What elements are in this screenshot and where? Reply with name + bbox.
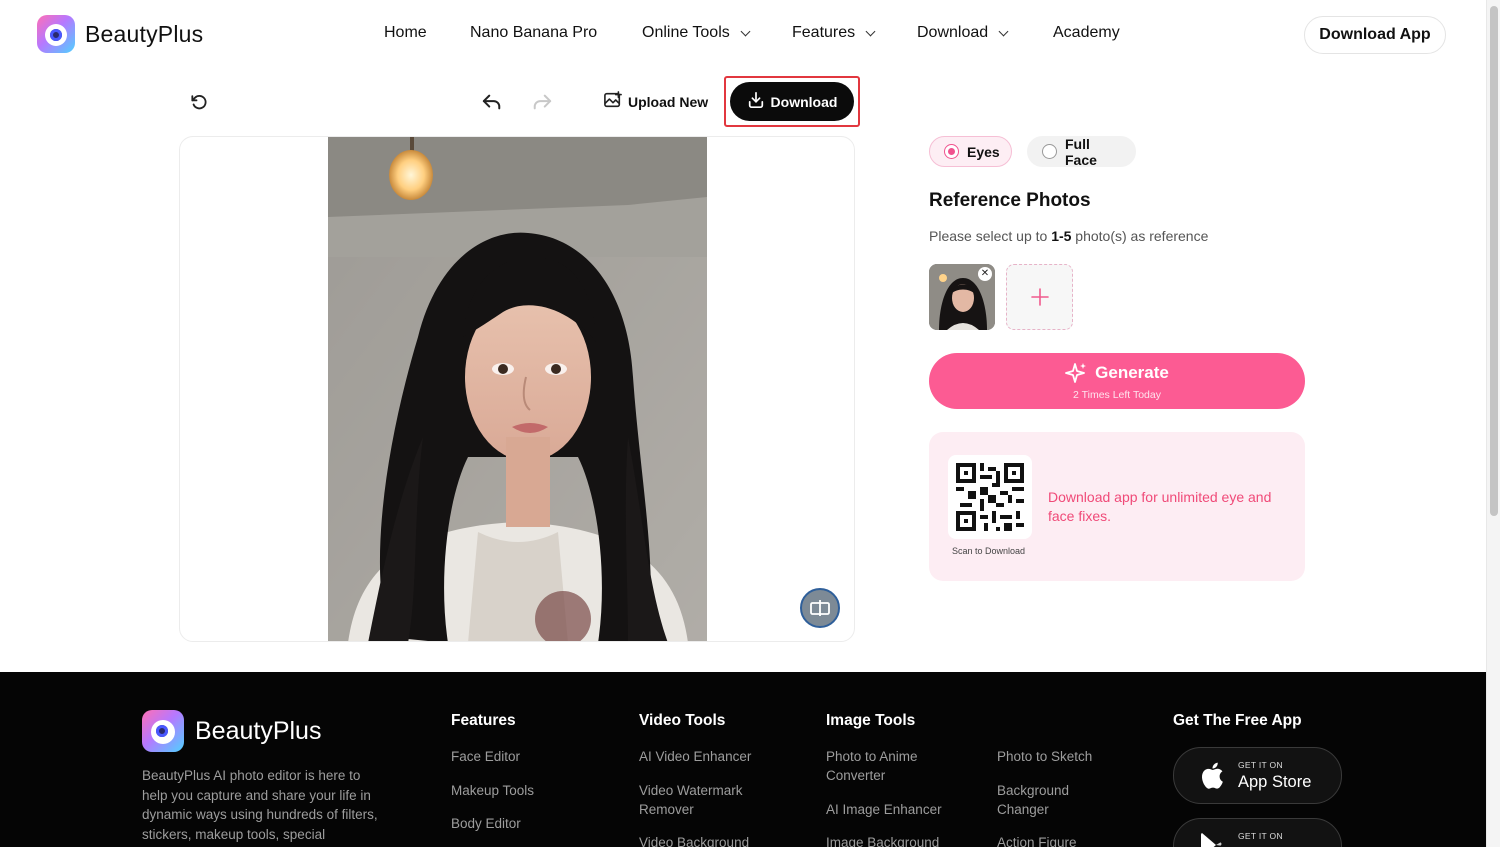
brand-logo[interactable]: BeautyPlus — [37, 15, 203, 53]
nav-nano-banana-pro-label: Nano Banana Pro — [470, 24, 598, 41]
beautyplus-logo-icon — [142, 710, 184, 752]
brand-name: BeautyPlus — [85, 20, 204, 47]
footer-link-body-editor[interactable]: Body Editor — [451, 814, 521, 833]
radio-selected-icon — [944, 144, 959, 159]
download-app-button[interactable]: Download App — [1304, 16, 1446, 54]
nav-academy[interactable]: Academy — [1053, 24, 1120, 42]
image-upload-icon — [603, 91, 623, 112]
footer-link-action-figure[interactable]: Action Figure — [997, 833, 1117, 847]
footer-link-photo-to-anime[interactable]: Photo to Anime Converter — [826, 747, 966, 785]
footer-link-makeup-tools[interactable]: Makeup Tools — [451, 781, 534, 800]
app-store-caption: GET IT ON — [1238, 760, 1283, 770]
generate-remaining-count: 2 Times Left Today — [1073, 389, 1161, 401]
chevron-down-icon — [998, 26, 1009, 36]
footer-link-video-background[interactable]: Video Background — [639, 833, 779, 847]
editor-canvas — [179, 136, 855, 642]
app-store-button[interactable]: GET IT ON App Store — [1173, 747, 1342, 804]
nav-home[interactable]: Home — [384, 24, 427, 42]
add-reference-photo-button[interactable] — [1006, 264, 1073, 330]
google-play-button[interactable]: GET IT ON — [1173, 818, 1342, 847]
mode-full-face-label: Full Face — [1065, 135, 1097, 168]
footer-link-photo-to-sketch[interactable]: Photo to Sketch — [997, 747, 1117, 766]
mode-eyes-label: Eyes — [967, 143, 1000, 160]
footer-brand-logo[interactable]: BeautyPlus — [142, 710, 321, 752]
footer-link-video-watermark-remover[interactable]: Video Watermark Remover — [639, 781, 779, 819]
nav-online-tools[interactable]: Online Tools — [642, 24, 751, 42]
compare-split-icon[interactable] — [800, 588, 840, 628]
hint-prefix: Please select up to — [929, 228, 1052, 244]
nav-home-label: Home — [384, 24, 427, 41]
footer-app-title: Get The Free App — [1173, 712, 1302, 729]
radio-unselected-icon — [1042, 144, 1057, 159]
undo-icon[interactable] — [480, 90, 504, 114]
apple-icon — [1202, 762, 1223, 789]
reference-photo-thumbnail[interactable]: ✕ — [929, 264, 995, 330]
footer-description: BeautyPlus AI photo editor is here to he… — [142, 768, 378, 842]
footer-features-title: Features — [451, 712, 516, 729]
generate-button[interactable]: Generate 2 Times Left Today — [929, 353, 1305, 409]
page: BeautyPlus Home Nano Banana Pro Online T… — [0, 0, 1500, 847]
upload-new-button[interactable]: Upload New — [603, 91, 708, 112]
download-icon — [747, 91, 765, 112]
page-scrollbar[interactable] — [1486, 0, 1500, 847]
reference-photos-title: Reference Photos — [929, 190, 1091, 211]
footer-brand-name: BeautyPlus — [195, 716, 322, 745]
nav-download-label: Download — [917, 24, 989, 41]
site-footer: BeautyPlus BeautyPlus AI photo editor is… — [0, 672, 1486, 847]
promo-message: Download app for unlimited eye and face … — [1048, 489, 1272, 524]
app-store-label: App Store — [1238, 773, 1312, 791]
sparkle-icon — [1065, 363, 1087, 383]
nav-academy-label: Academy — [1053, 24, 1120, 41]
portrait-photo — [328, 137, 707, 641]
mode-full-face-option[interactable]: Full Face — [1027, 135, 1136, 168]
generate-label-row: Generate — [929, 361, 1305, 385]
google-play-icon — [1201, 833, 1222, 847]
nav-download[interactable]: Download — [917, 24, 1009, 42]
generate-label: Generate — [1095, 363, 1169, 382]
redo-icon[interactable] — [530, 90, 554, 114]
reference-photos-hint: Please select up to 1-5 photo(s) as refe… — [929, 228, 1208, 244]
download-button[interactable]: Download — [730, 82, 854, 121]
footer-image-title: Image Tools — [826, 712, 916, 729]
nav-features-label: Features — [792, 24, 856, 41]
scrollbar-thumb[interactable] — [1490, 6, 1498, 516]
chevron-down-icon — [865, 26, 876, 36]
download-label: Download — [770, 93, 838, 110]
qr-caption: Scan to Download — [952, 546, 1026, 556]
beautyplus-logo-icon — [37, 15, 75, 53]
footer-link-face-editor[interactable]: Face Editor — [451, 747, 520, 766]
google-play-caption: GET IT ON — [1238, 831, 1283, 841]
footer-link-image-background[interactable]: Image Background — [826, 833, 966, 847]
plus-icon — [1030, 288, 1049, 306]
qr-code — [948, 455, 1032, 539]
chevron-down-icon — [740, 26, 751, 36]
footer-link-background-changer[interactable]: Background Changer — [997, 781, 1097, 819]
upload-new-label: Upload New — [628, 93, 709, 110]
mode-eyes-option[interactable]: Eyes — [929, 136, 1012, 167]
footer-link-ai-image-enhancer[interactable]: AI Image Enhancer — [826, 800, 966, 819]
footer-video-title: Video Tools — [639, 712, 726, 729]
rotate-ccw-icon[interactable] — [187, 90, 211, 114]
nav-features[interactable]: Features — [792, 24, 876, 42]
site-header: BeautyPlus Home Nano Banana Pro Online T… — [0, 0, 1486, 68]
hint-suffix: photo(s) as reference — [1071, 228, 1209, 244]
nav-online-tools-label: Online Tools — [642, 24, 730, 41]
footer-link-ai-video-enhancer[interactable]: AI Video Enhancer — [639, 747, 779, 766]
hint-range: 1-5 — [1051, 228, 1072, 244]
nav-nano-banana-pro[interactable]: Nano Banana Pro — [470, 24, 597, 42]
close-icon[interactable]: ✕ — [978, 267, 992, 281]
app-promo-card: Scan to Download Download app for unlimi… — [929, 432, 1305, 581]
